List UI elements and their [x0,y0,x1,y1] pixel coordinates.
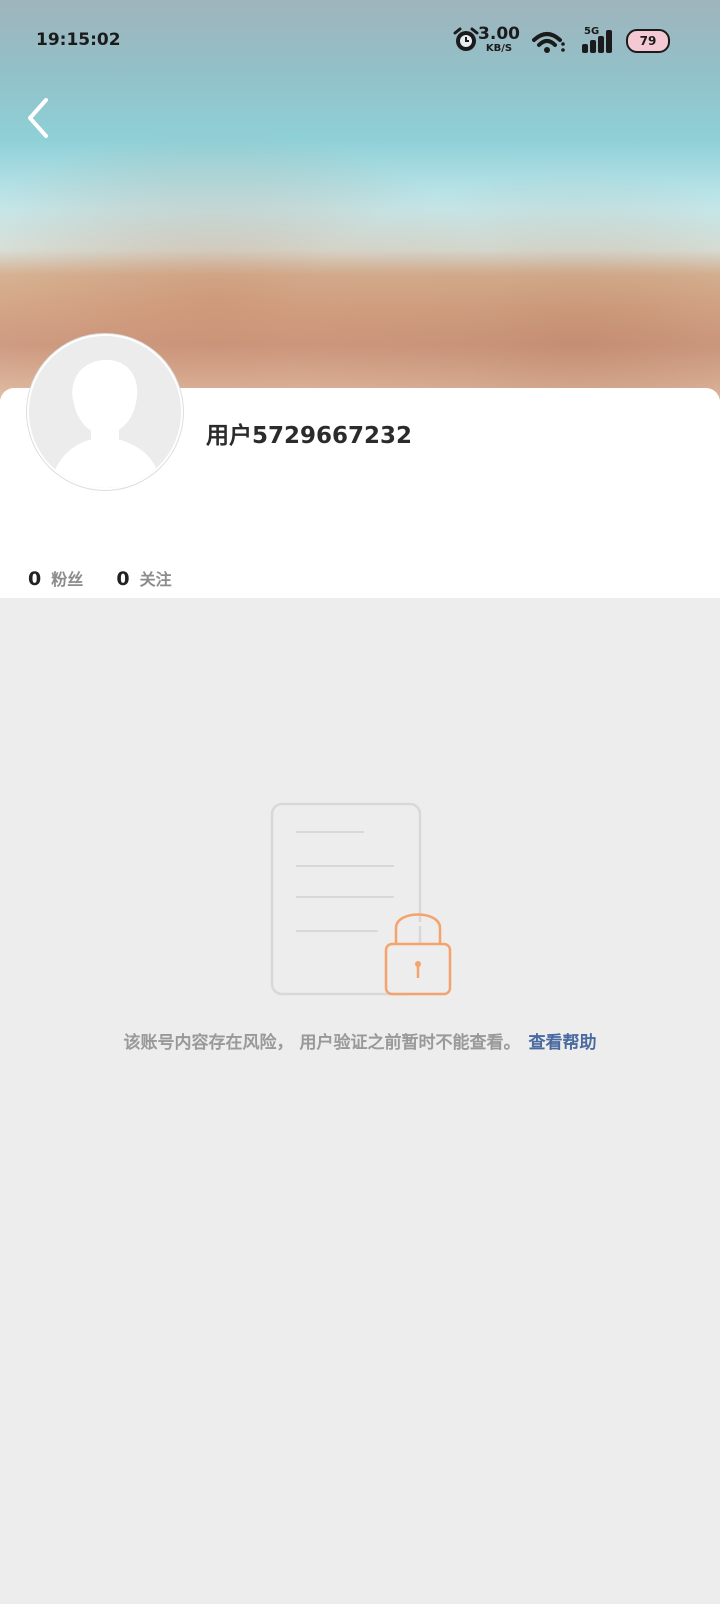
wifi-icon [532,32,565,53]
followers-count: 0 [28,568,42,590]
status-bar: 19:15:02 3.00 KB/S 5G 79 [0,0,720,84]
username: 用户5729667232 [206,423,413,449]
signal-icon: 5G [582,26,612,53]
back-icon[interactable] [24,96,54,140]
risk-notice: 该账号内容存在风险， 用户验证之前暂时不能查看。 查看帮助 [0,1028,720,1053]
network-speed: 3.00 KB/S [478,26,520,54]
help-link[interactable]: 查看帮助 [528,1033,596,1053]
network-speed-value: 3.00 [478,24,520,44]
network-type-text: 5G [584,26,599,37]
following-stat[interactable]: 0 关注 [116,566,171,590]
status-icons: 3.00 KB/S 5G 79 [410,24,670,58]
alarm-icon [453,27,479,51]
network-speed-unit: KB/S [485,43,513,54]
battery-icon: 79 [626,29,670,53]
following-label: 关注 [139,570,172,589]
content-area [0,598,720,1604]
status-time: 19:15:02 [36,30,121,50]
risk-notice-text: 该账号内容存在风险， 用户验证之前暂时不能查看。 [123,1033,521,1053]
following-count: 0 [116,568,130,590]
avatar-silhouette [29,336,181,488]
profile-stats: 0 粉丝 0 关注 [28,566,200,590]
followers-label: 粉丝 [51,570,84,589]
locked-document-icon [270,802,452,996]
followers-stat[interactable]: 0 粉丝 [28,566,83,590]
default-avatar-icon[interactable] [27,334,183,490]
